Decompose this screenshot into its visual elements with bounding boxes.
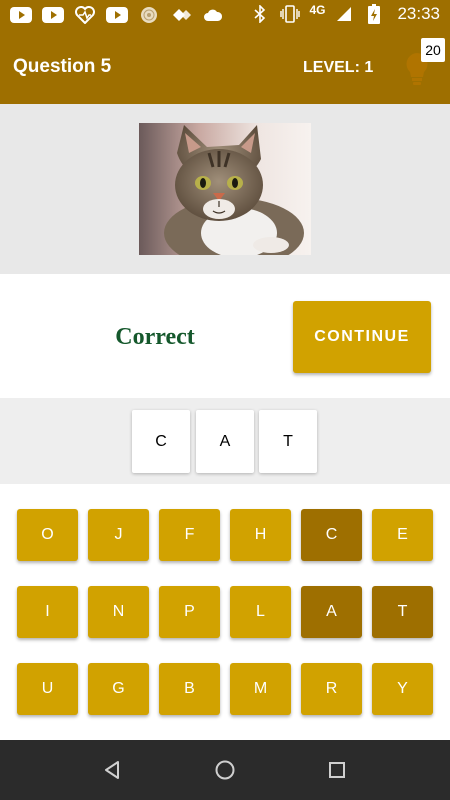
network-type: 4G — [309, 3, 326, 17]
battery-charging-icon — [363, 4, 385, 24]
letter-key[interactable]: F — [159, 509, 220, 561]
clock: 23:33 — [397, 4, 440, 23]
letter-key[interactable]: O — [17, 509, 78, 561]
answer-slot[interactable]: T — [259, 410, 317, 473]
letter-keyboard: O J F H C E I N P L A T U G B M R Y — [0, 484, 450, 740]
letter-key[interactable]: Y — [372, 663, 433, 715]
signal-icon — [333, 4, 355, 24]
letter-key[interactable]: U — [17, 663, 78, 715]
notification-icons — [10, 5, 224, 25]
diamond-arrows-icon — [170, 5, 192, 25]
bluetooth-icon — [249, 4, 271, 24]
hint-count-badge: 20 — [421, 38, 445, 62]
result-area: Correct CONTINUE — [0, 274, 450, 398]
system-nav-bar — [0, 740, 450, 800]
heart-monitor-icon — [74, 5, 96, 25]
vibrate-icon — [279, 4, 301, 24]
letter-key[interactable]: B — [159, 663, 220, 715]
letter-key[interactable]: J — [88, 509, 149, 561]
result-message: Correct — [115, 324, 195, 350]
youtube-icon — [42, 5, 64, 25]
letter-key[interactable]: E — [372, 509, 433, 561]
letter-key[interactable]: G — [88, 663, 149, 715]
letter-key[interactable]: P — [159, 586, 220, 638]
answer-slot[interactable]: C — [132, 410, 190, 473]
letter-key[interactable]: T — [372, 586, 433, 638]
cat-photo — [139, 123, 311, 255]
system-icons: 4G 23:33 — [249, 3, 440, 24]
cloud-icon — [202, 5, 224, 25]
letter-key[interactable]: I — [17, 586, 78, 638]
level-label: LEVEL: 1 — [303, 59, 374, 76]
letter-key[interactable]: A — [301, 586, 362, 638]
question-image-area — [0, 104, 450, 274]
answer-area: C A T — [0, 398, 450, 484]
home-icon[interactable] — [211, 756, 239, 784]
status-bar: 4G 23:33 — [0, 0, 450, 32]
continue-button[interactable]: CONTINUE — [293, 301, 431, 373]
youtube-icon — [10, 5, 32, 25]
recents-icon[interactable] — [323, 756, 351, 784]
letter-key[interactable]: M — [230, 663, 291, 715]
youtube-icon — [106, 5, 128, 25]
answer-slot[interactable]: A — [196, 410, 254, 473]
letter-key[interactable]: N — [88, 586, 149, 638]
page-title: Question 5 — [13, 56, 112, 77]
letter-key[interactable]: L — [230, 586, 291, 638]
letter-key[interactable]: H — [230, 509, 291, 561]
app-bar: Question 5 LEVEL: 1 20 — [0, 32, 450, 104]
letter-key[interactable]: C — [301, 509, 362, 561]
back-icon[interactable] — [98, 756, 126, 784]
circle-pattern-icon — [138, 5, 160, 25]
letter-key[interactable]: R — [301, 663, 362, 715]
